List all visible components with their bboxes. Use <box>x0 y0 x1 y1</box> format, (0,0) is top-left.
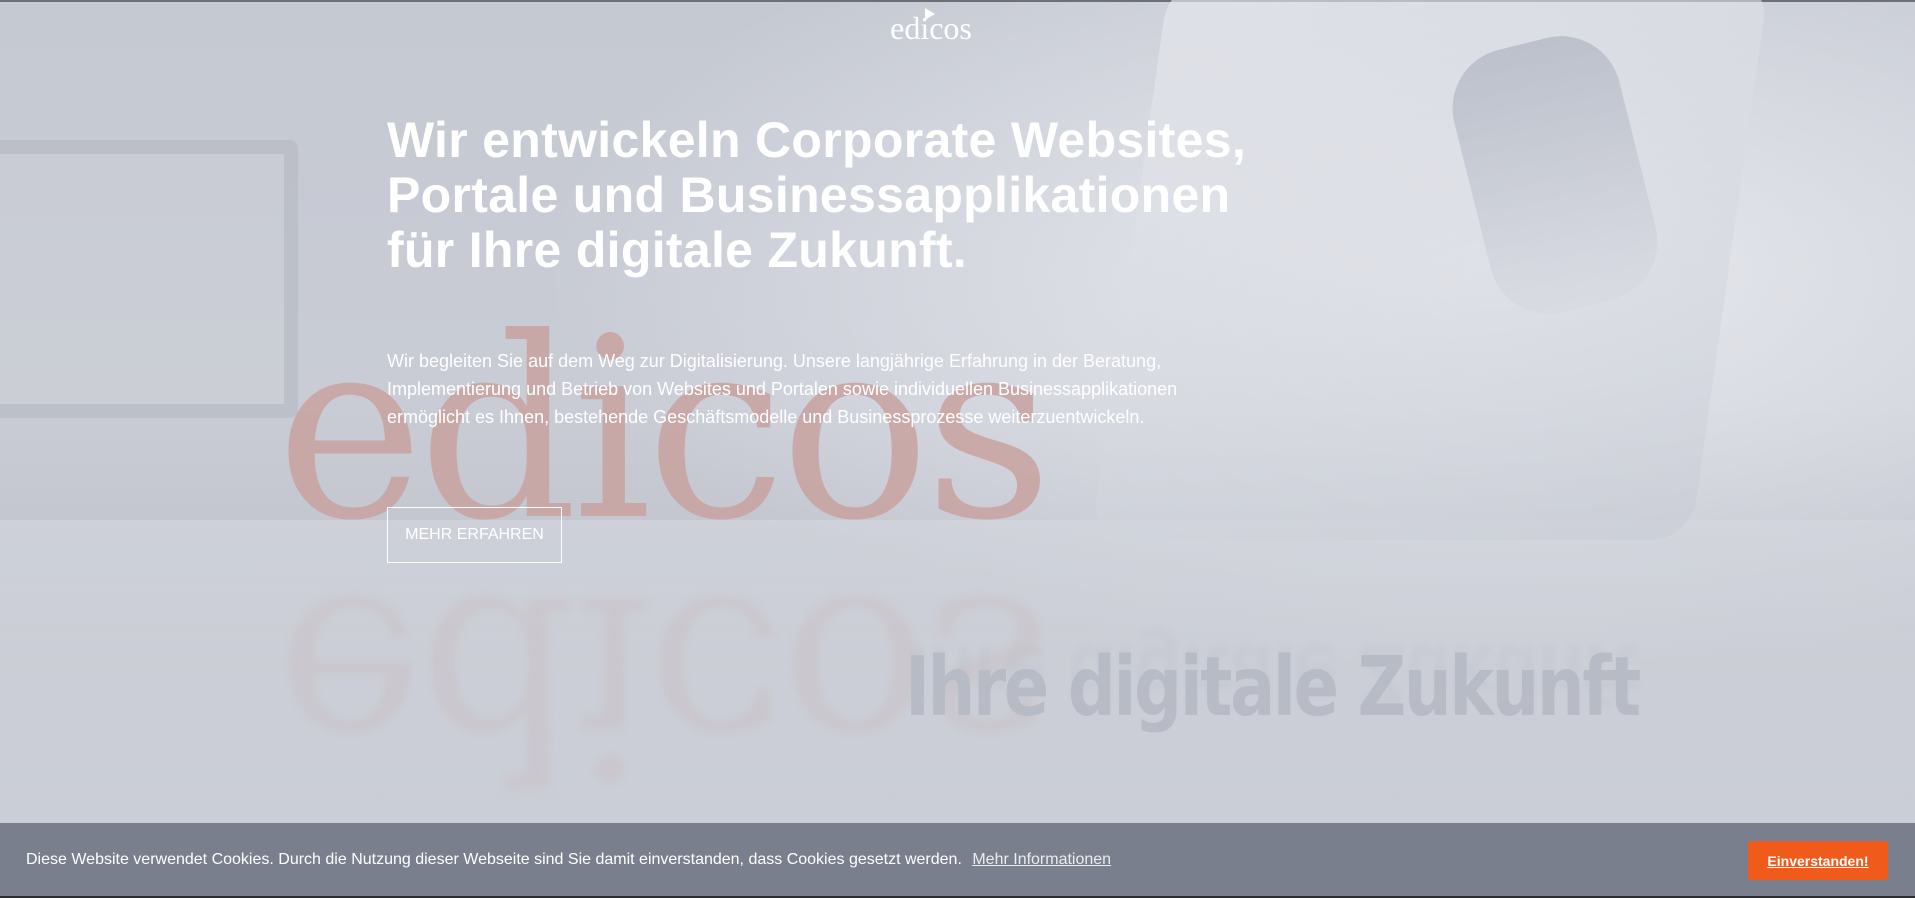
background-tagline: Ihre digitale Zukunft <box>905 640 1641 735</box>
hero-description: Wir begleiten Sie auf dem Weg zur Digita… <box>387 351 1178 427</box>
cookie-message-container: Diese Website verwendet Cookies. Durch d… <box>26 851 1111 869</box>
hero-section: edicos edicos Ihre digitale Zukunft Ihre… <box>0 0 1915 898</box>
mehr-erfahren-button[interactable]: MEHR ERFAHREN <box>387 507 562 563</box>
hero-title: Wir entwickeln Corporate Websites, Porta… <box>387 112 1247 278</box>
cookie-accept-button[interactable]: Einverstanden! <box>1748 841 1888 880</box>
cookie-message: Diese Website verwendet Cookies. Durch d… <box>26 851 962 868</box>
logo-arrow-icon <box>925 8 935 20</box>
cookie-more-info-link[interactable]: Mehr Informationen <box>972 851 1111 868</box>
cookie-consent-bar: Diese Website verwendet Cookies. Durch d… <box>0 823 1915 898</box>
background-tablet <box>0 140 298 418</box>
site-logo[interactable]: edicos <box>881 8 981 48</box>
